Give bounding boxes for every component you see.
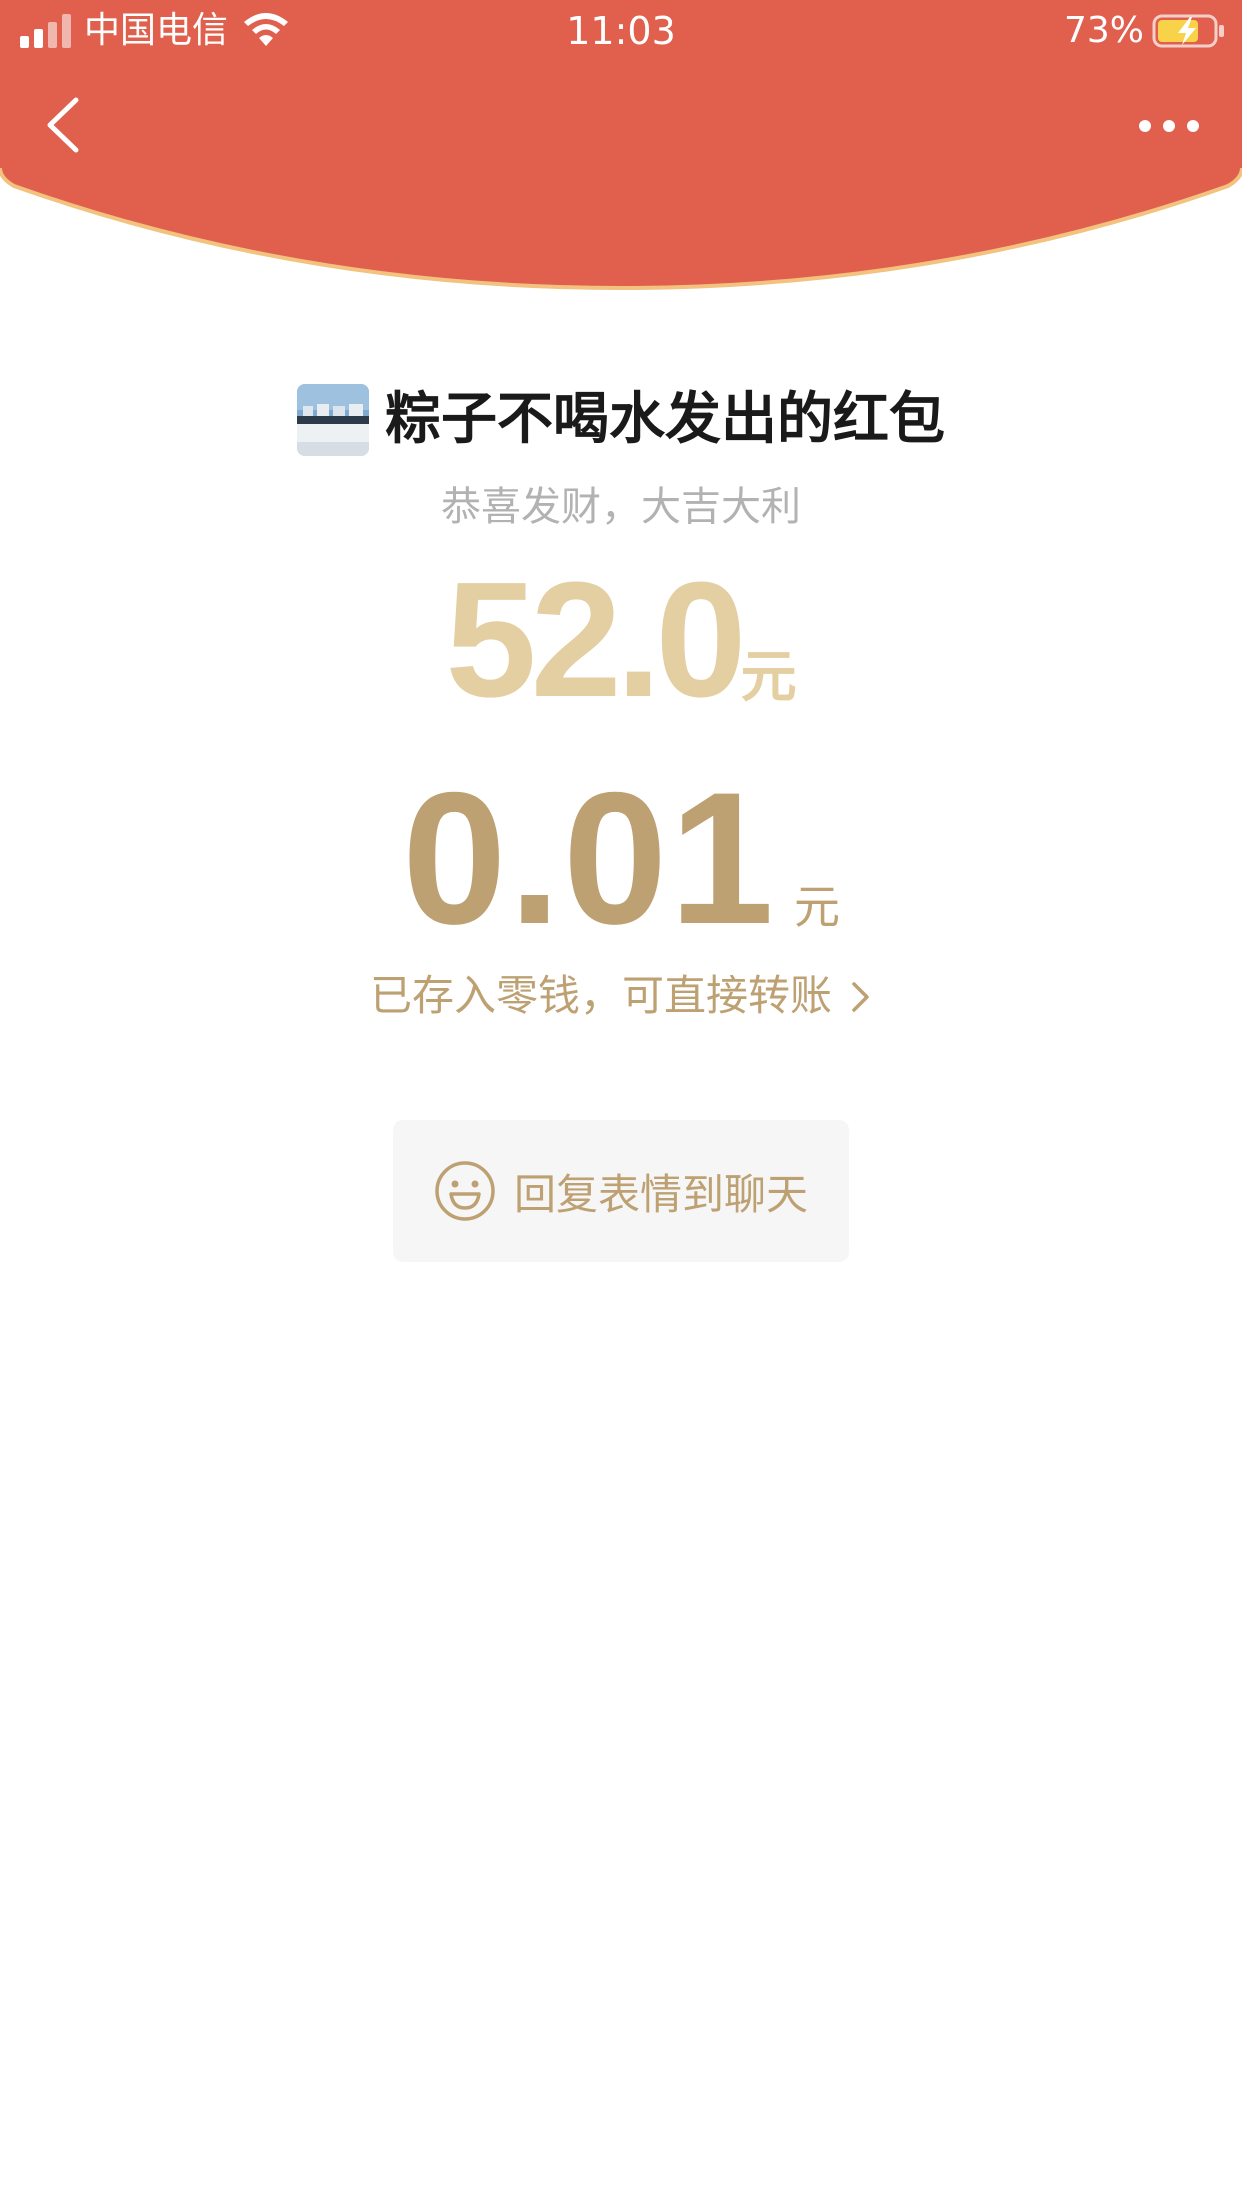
cover-amount-value: 52.0 xyxy=(445,548,746,731)
status-bar: 中国电信 11:03 73% xyxy=(0,0,1242,60)
sender-row: 粽子不喝水发出的红包 xyxy=(0,382,1242,458)
received-amount-unit: 元 xyxy=(793,880,840,934)
cover-amount: 52.0元 xyxy=(0,558,1242,722)
received-amount-value: 0.01 xyxy=(402,753,776,963)
wallet-change-label: 已存入零钱，可直接转账 xyxy=(369,971,832,1020)
smiley-icon xyxy=(435,1161,495,1221)
wallet-change-link[interactable]: 已存入零钱，可直接转账 xyxy=(0,966,1242,1026)
more-options-button[interactable] xyxy=(1136,108,1202,144)
avatar-image xyxy=(297,384,369,456)
reply-sticker-button[interactable]: 回复表情到聊天 xyxy=(393,1120,849,1262)
cover-amount-unit: 元 xyxy=(740,645,797,710)
sender-title: 粽子不喝水发出的红包 xyxy=(385,387,945,452)
red-packet-detail-page: 中国电信 11:03 73% 粽子不喝水发出的红包 恭喜发财，大吉大利 52.0… xyxy=(0,0,1242,2208)
sender-avatar[interactable] xyxy=(297,384,369,456)
clock: 11:03 xyxy=(566,9,676,53)
reply-button-label: 回复表情到聊天 xyxy=(513,1169,808,1219)
battery-percent: 73% xyxy=(1063,10,1144,51)
blessing-text: 恭喜发财，大吉大利 xyxy=(441,484,801,530)
back-button[interactable] xyxy=(40,92,88,158)
received-amount: 0.01 元 xyxy=(0,764,1242,952)
chevron-right-icon xyxy=(852,982,869,1012)
battery-charging-icon xyxy=(1152,14,1224,48)
